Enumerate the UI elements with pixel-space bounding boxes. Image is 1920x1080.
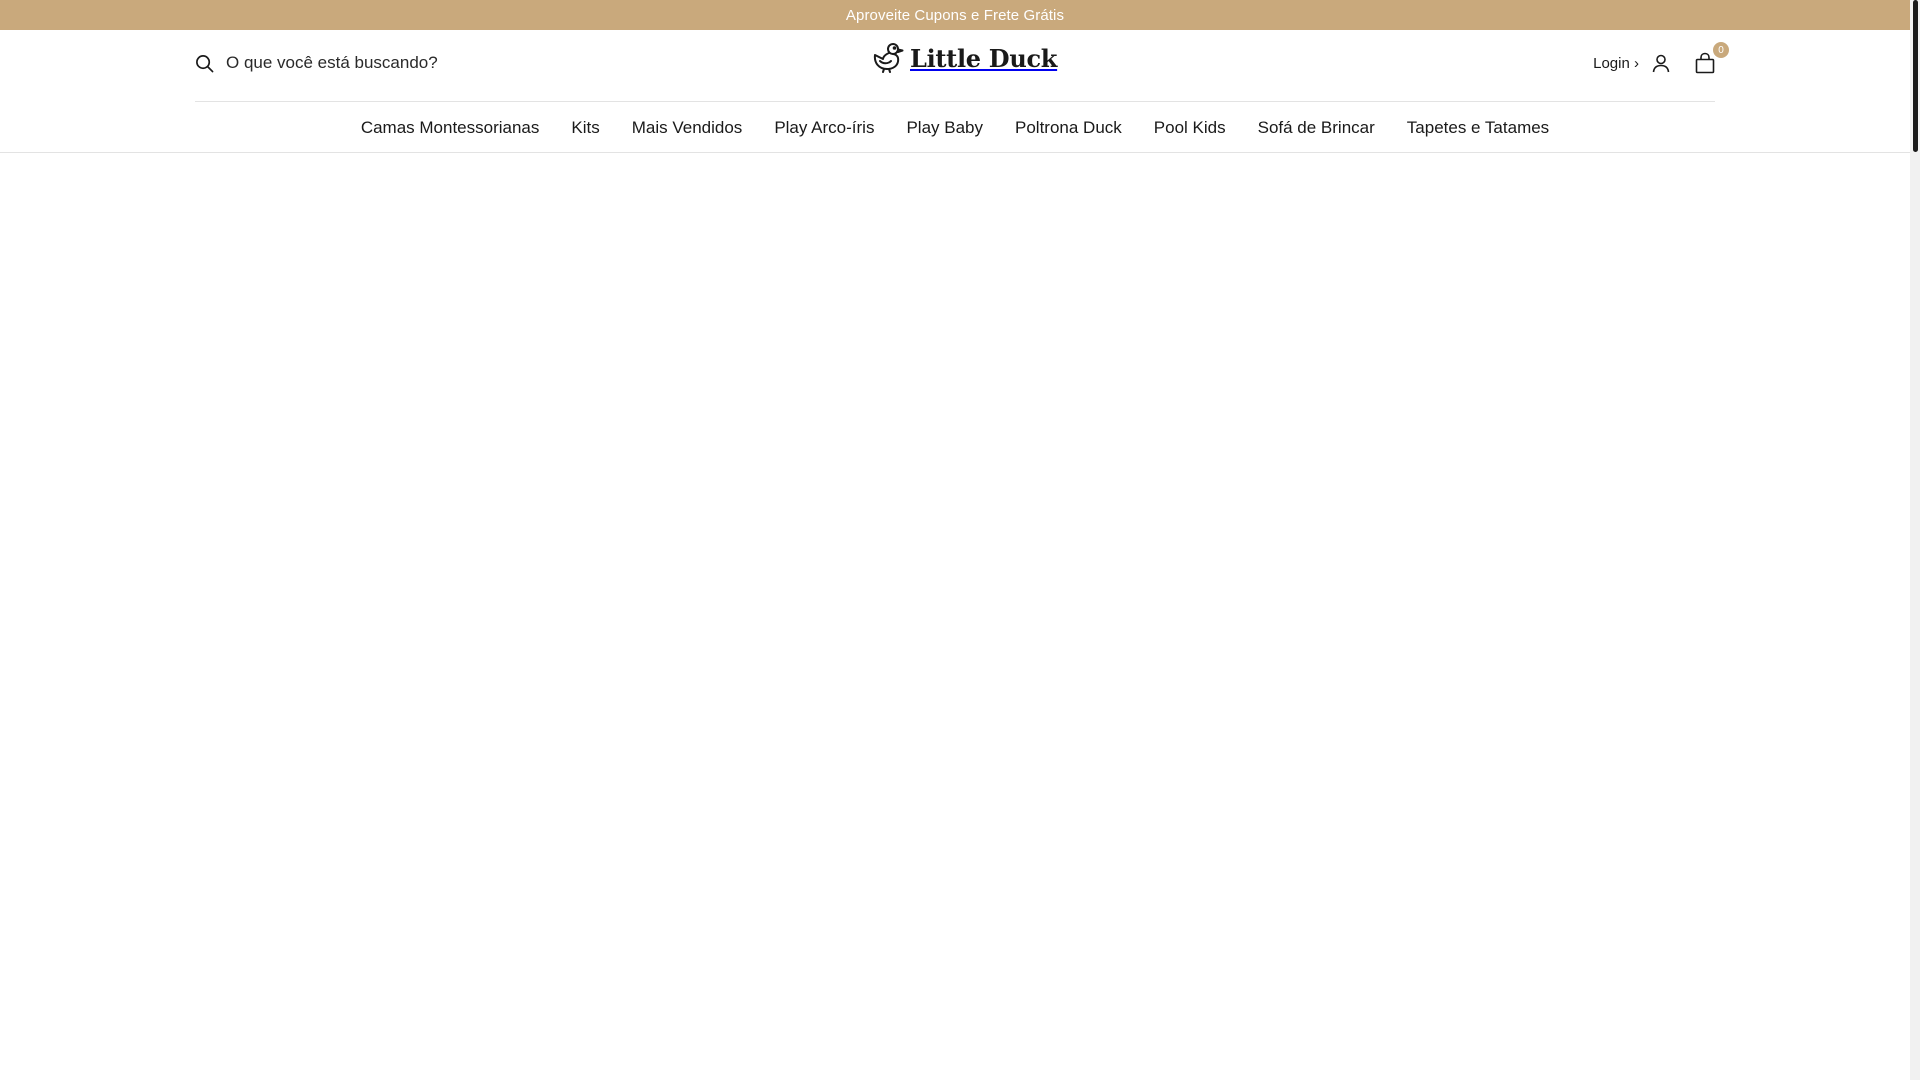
shopping-bag-icon [1695, 52, 1715, 74]
user-icon[interactable] [1651, 53, 1671, 73]
nav-item-pool-kids[interactable]: Pool Kids [1154, 118, 1226, 138]
search-bar[interactable] [195, 52, 526, 74]
announcement-bar: Aproveite Cupons e Frete Grátis [0, 0, 1910, 30]
login-link[interactable]: Login › [1593, 55, 1639, 72]
nav-item-tapetes-e-tatames[interactable]: Tapetes e Tatames [1407, 118, 1549, 138]
nav-item-poltrona-duck[interactable]: Poltrona Duck [1015, 118, 1122, 138]
nav-item-camas-montessorianas[interactable]: Camas Montessorianas [361, 118, 540, 138]
nav-item-kits[interactable]: Kits [571, 118, 599, 138]
announcement-text: Aproveite Cupons e Frete Grátis [845, 6, 1065, 24]
logo-text: Little Duck [910, 43, 1058, 73]
nav-item-mais-vendidos[interactable]: Mais Vendidos [632, 118, 743, 138]
header-top-row: Little Duck Login › [195, 30, 1729, 102]
header-actions: Login › 0 [1593, 42, 1729, 78]
nav-item-play-arco-iris[interactable]: Play Arco-íris [774, 118, 874, 138]
nav-item-sofa-de-brincar[interactable]: Sofá de Brincar [1258, 118, 1375, 138]
page-scrollbar[interactable] [1910, 0, 1920, 1080]
search-input[interactable] [226, 52, 526, 74]
duck-logo-icon [872, 41, 906, 75]
site-logo[interactable]: Little Duck [872, 40, 1057, 76]
main-navigation: Camas Montessorianas Kits Mais Vendidos … [0, 103, 1910, 153]
search-icon[interactable] [195, 54, 214, 73]
cart-button[interactable]: 0 [1695, 42, 1729, 74]
nav-item-play-baby[interactable]: Play Baby [906, 118, 983, 138]
cart-count-badge: 0 [1713, 42, 1729, 58]
page: Aproveite Cupons e Frete Grátis O que vo… [0, 0, 1920, 1080]
site-header: Little Duck Login › [0, 30, 1910, 153]
scrollbar-thumb[interactable] [1913, 0, 1918, 152]
